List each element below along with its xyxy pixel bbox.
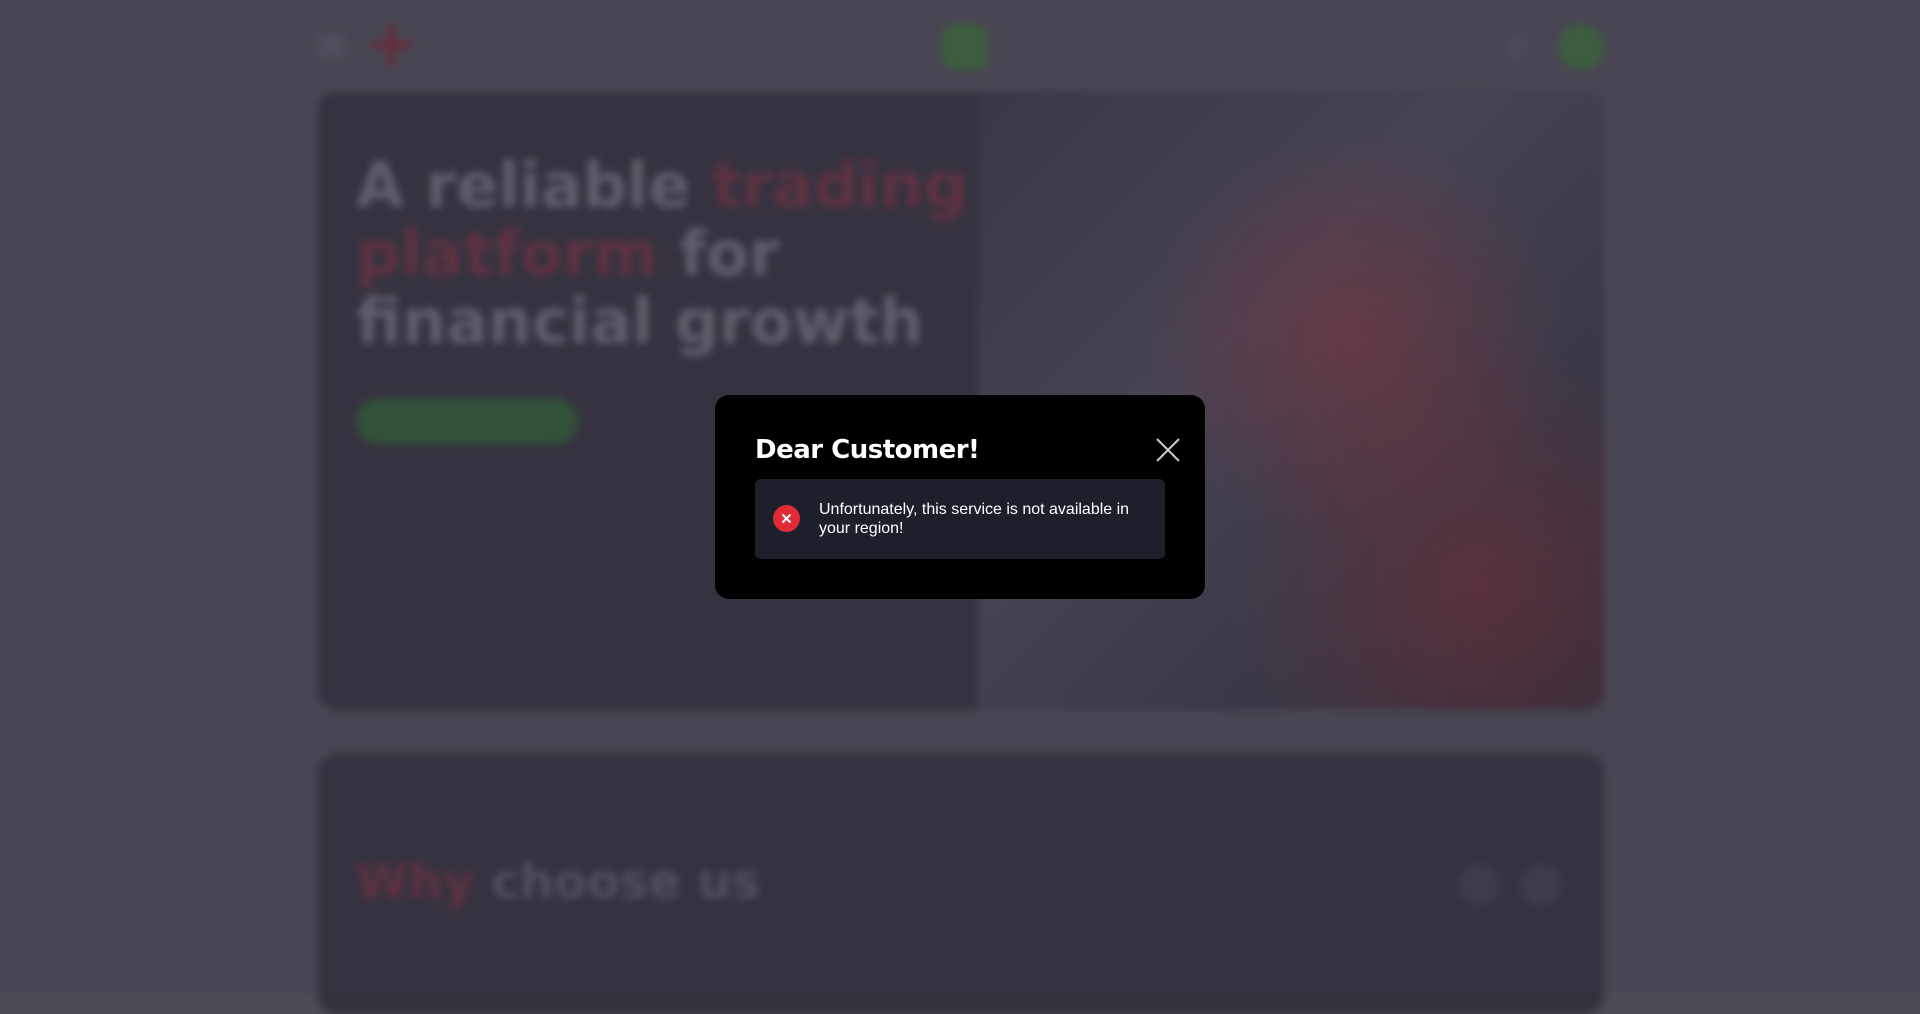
close-icon[interactable]: [1155, 437, 1181, 463]
region-unavailable-modal: Dear Customer! Unfortunately, this servi…: [715, 395, 1205, 599]
modal-title: Dear Customer!: [755, 435, 980, 465]
error-x-icon: [773, 505, 800, 532]
error-alert: Unfortunately, this service is not avail…: [755, 479, 1165, 559]
alert-message: Unfortunately, this service is not avail…: [819, 501, 1130, 537]
